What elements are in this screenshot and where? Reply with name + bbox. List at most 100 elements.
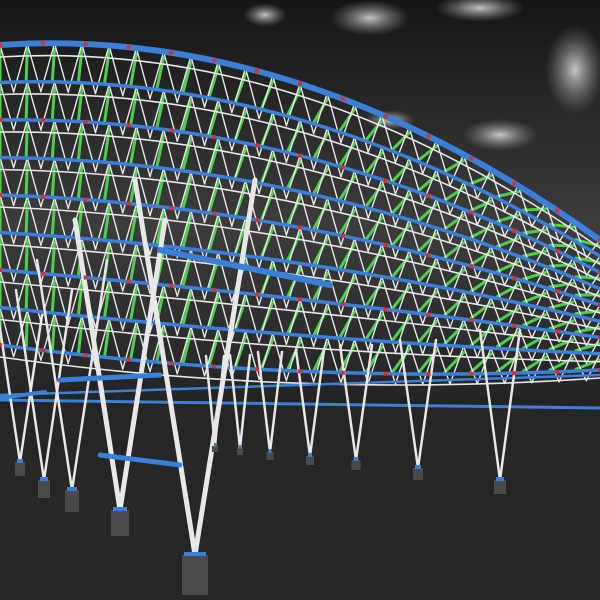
joint-node bbox=[426, 253, 431, 258]
column-footing bbox=[306, 456, 314, 465]
joint-node bbox=[83, 42, 88, 47]
ground-plane bbox=[0, 405, 600, 600]
joint-node bbox=[0, 193, 2, 197]
joint-node bbox=[469, 210, 474, 215]
joint-node bbox=[40, 271, 45, 276]
joint-node bbox=[340, 302, 345, 307]
joint-node bbox=[383, 114, 388, 119]
joint-node bbox=[212, 364, 217, 369]
joint-node bbox=[383, 307, 388, 312]
joint-node bbox=[169, 283, 174, 288]
base-plate bbox=[239, 445, 241, 449]
joint-node bbox=[512, 228, 517, 233]
joint-node bbox=[40, 348, 45, 353]
joint-node bbox=[555, 208, 560, 213]
base-plate bbox=[353, 457, 359, 461]
joint-node bbox=[169, 206, 174, 211]
joint-node bbox=[298, 81, 302, 86]
joint-node bbox=[298, 153, 302, 158]
column-footing bbox=[237, 448, 243, 455]
joint-node bbox=[383, 178, 388, 183]
base-plate bbox=[67, 487, 77, 491]
joint-node bbox=[126, 45, 131, 50]
column-footing bbox=[15, 462, 25, 476]
joint-node bbox=[426, 193, 431, 198]
joint-node bbox=[469, 156, 474, 161]
purlin bbox=[24, 48, 29, 82]
joint-node bbox=[383, 371, 388, 376]
joint-node bbox=[83, 197, 88, 202]
joint-node bbox=[255, 218, 260, 223]
joint-node bbox=[512, 371, 517, 376]
base-plate bbox=[17, 459, 23, 463]
joint-node bbox=[426, 312, 431, 317]
joint-node bbox=[555, 248, 560, 253]
joint-node bbox=[512, 276, 517, 281]
joint-node bbox=[40, 118, 45, 123]
joint-node bbox=[298, 225, 302, 230]
purlin bbox=[24, 276, 29, 310]
base-plate bbox=[113, 507, 127, 511]
joint-node bbox=[40, 41, 45, 46]
joint-node bbox=[212, 58, 217, 63]
joint-node bbox=[555, 369, 560, 374]
joint-node bbox=[0, 118, 2, 122]
base-plate bbox=[214, 443, 216, 447]
purlin bbox=[24, 314, 29, 348]
render-canvas bbox=[0, 0, 600, 600]
joint-node bbox=[83, 275, 88, 280]
structure-render bbox=[0, 0, 600, 600]
joint-node bbox=[340, 370, 345, 375]
joint-node bbox=[298, 369, 302, 374]
joint-node bbox=[83, 119, 88, 124]
joint-node bbox=[555, 289, 560, 294]
joint-node bbox=[126, 357, 131, 362]
column-footing bbox=[65, 490, 79, 512]
joint-node bbox=[255, 367, 260, 372]
column-footing bbox=[351, 460, 361, 470]
joint-node bbox=[212, 135, 217, 140]
joint-node bbox=[340, 233, 345, 238]
purlin bbox=[24, 238, 29, 272]
joint-node bbox=[340, 165, 345, 170]
joint-node bbox=[469, 318, 474, 323]
column-footing bbox=[413, 468, 423, 480]
joint-node bbox=[426, 372, 431, 377]
joint-node bbox=[169, 361, 174, 366]
column-footing bbox=[38, 480, 50, 498]
joint-node bbox=[169, 128, 174, 133]
joint-node bbox=[555, 329, 560, 334]
joint-node bbox=[126, 279, 131, 284]
column-footing bbox=[494, 480, 506, 494]
purlin bbox=[24, 124, 29, 158]
joint-node bbox=[83, 353, 88, 358]
joint-node bbox=[212, 288, 217, 293]
base-plate bbox=[415, 465, 421, 469]
joint-node bbox=[298, 297, 302, 302]
base-plate bbox=[308, 453, 312, 457]
joint-node bbox=[212, 211, 217, 216]
column-footing bbox=[111, 510, 129, 536]
joint-node bbox=[126, 123, 131, 128]
joint-node bbox=[255, 292, 260, 297]
joint-node bbox=[0, 343, 2, 347]
joint-node bbox=[255, 143, 260, 148]
base-plate bbox=[496, 477, 504, 481]
purlin bbox=[24, 162, 29, 196]
joint-node bbox=[169, 50, 174, 55]
base-plate bbox=[184, 552, 206, 556]
joint-node bbox=[383, 243, 388, 248]
joint-node bbox=[126, 201, 131, 206]
joint-node bbox=[469, 371, 474, 376]
purlin bbox=[24, 200, 29, 234]
base-plate bbox=[268, 449, 272, 453]
joint-node bbox=[426, 134, 431, 139]
joint-node bbox=[340, 96, 345, 101]
joint-node bbox=[255, 69, 260, 74]
joint-node bbox=[469, 264, 474, 269]
joint-node bbox=[0, 43, 2, 47]
purlin bbox=[24, 86, 29, 120]
column-footing bbox=[266, 452, 274, 460]
column-footing bbox=[182, 555, 208, 595]
joint-node bbox=[512, 181, 517, 186]
